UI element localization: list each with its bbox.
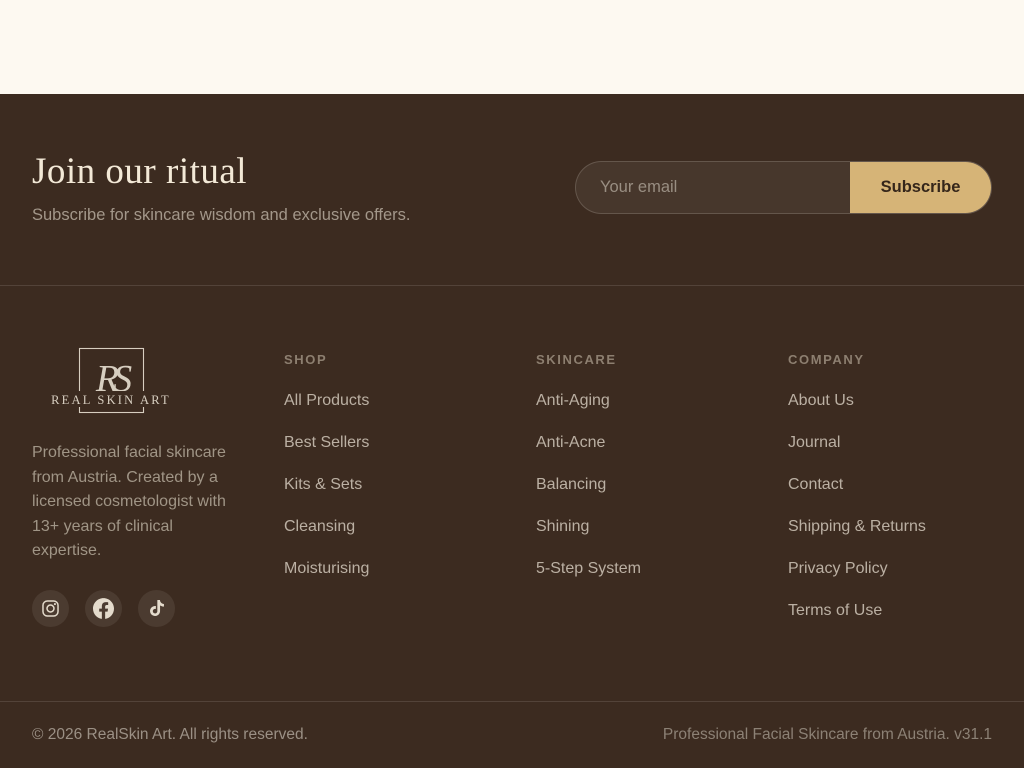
email-input[interactable] <box>576 162 850 213</box>
link-journal[interactable]: Journal <box>788 434 840 451</box>
skincare-column: SKINCARE Anti-Aging Anti-Acne Balancing … <box>536 352 740 644</box>
company-column: COMPANY About Us Journal Contact Shippin… <box>788 352 992 644</box>
brand-logo: RS REAL SKIN ART <box>32 345 192 417</box>
logo-wordmark: REAL SKIN ART <box>51 393 171 407</box>
social-links <box>32 590 236 627</box>
link-contact[interactable]: Contact <box>788 476 843 493</box>
subscribe-form: Subscribe <box>575 161 992 214</box>
link-shining[interactable]: Shining <box>536 518 589 535</box>
brand-column: RS REAL SKIN ART Professional facial ski… <box>32 352 236 644</box>
tiktok-link[interactable] <box>138 590 175 627</box>
instagram-icon <box>41 599 60 618</box>
link-shipping-returns[interactable]: Shipping & Returns <box>788 518 926 535</box>
site-footer: Join our ritual Subscribe for skincare w… <box>0 94 1024 768</box>
link-anti-aging[interactable]: Anti-Aging <box>536 392 610 409</box>
newsletter-section: Join our ritual Subscribe for skincare w… <box>0 94 1024 286</box>
skincare-link-list: Anti-Aging Anti-Acne Balancing Shining 5… <box>536 392 740 578</box>
shop-link-list: All Products Best Sellers Kits & Sets Cl… <box>284 392 488 578</box>
brand-description: Professional facial skincare from Austri… <box>32 441 232 564</box>
link-about-us[interactable]: About Us <box>788 392 854 409</box>
skincare-column-title: SKINCARE <box>536 352 740 367</box>
link-balancing[interactable]: Balancing <box>536 476 606 493</box>
copyright-text: © 2026 RealSkin Art. All rights reserved… <box>32 726 308 744</box>
link-best-sellers[interactable]: Best Sellers <box>284 434 369 451</box>
company-link-list: About Us Journal Contact Shipping & Retu… <box>788 392 992 620</box>
page-content-above-footer <box>0 0 1024 94</box>
newsletter-text-block: Join our ritual Subscribe for skincare w… <box>32 150 410 225</box>
footer-columns: RS REAL SKIN ART Professional facial ski… <box>0 286 1024 644</box>
link-moisturising[interactable]: Moisturising <box>284 560 369 577</box>
link-terms-of-use[interactable]: Terms of Use <box>788 602 882 619</box>
link-5-step-system[interactable]: 5-Step System <box>536 560 641 577</box>
newsletter-subtitle: Subscribe for skincare wisdom and exclus… <box>32 206 410 225</box>
company-column-title: COMPANY <box>788 352 992 367</box>
link-all-products[interactable]: All Products <box>284 392 369 409</box>
link-anti-acne[interactable]: Anti-Acne <box>536 434 605 451</box>
shop-column: SHOP All Products Best Sellers Kits & Se… <box>284 352 488 644</box>
link-kits-sets[interactable]: Kits & Sets <box>284 476 362 493</box>
facebook-link[interactable] <box>85 590 122 627</box>
subscribe-button[interactable]: Subscribe <box>850 162 991 213</box>
link-privacy-policy[interactable]: Privacy Policy <box>788 560 888 577</box>
tiktok-icon <box>149 600 165 616</box>
link-cleansing[interactable]: Cleansing <box>284 518 355 535</box>
instagram-link[interactable] <box>32 590 69 627</box>
facebook-icon <box>93 598 114 619</box>
footer-bottom-bar: © 2026 RealSkin Art. All rights reserved… <box>0 701 1024 768</box>
footer-tagline: Professional Facial Skincare from Austri… <box>663 726 992 744</box>
shop-column-title: SHOP <box>284 352 488 367</box>
newsletter-title: Join our ritual <box>32 150 410 194</box>
